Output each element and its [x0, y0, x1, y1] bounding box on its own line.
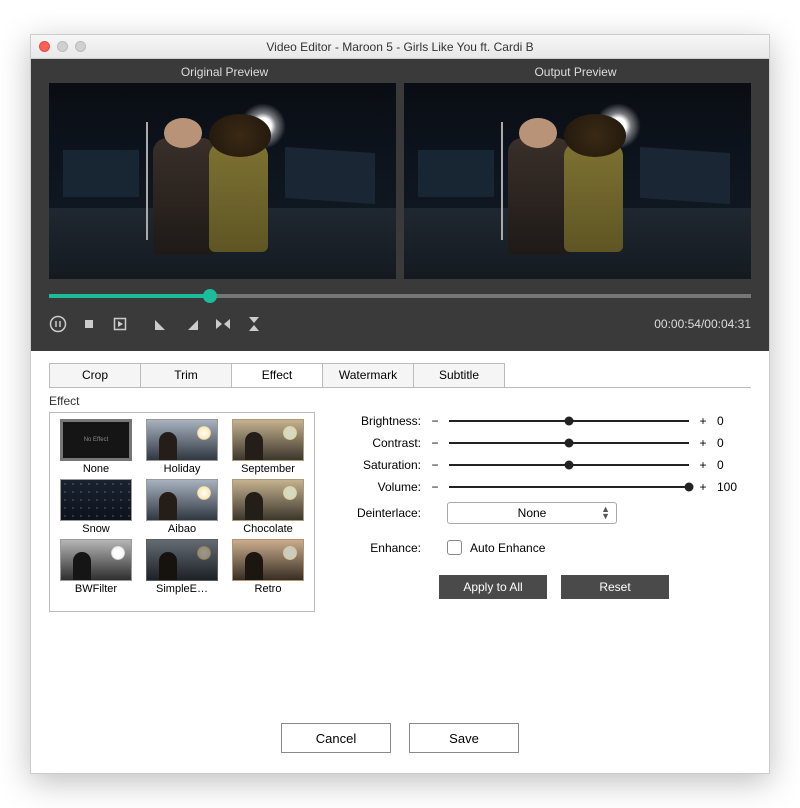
tabs: Crop Trim Effect Watermark Subtitle: [49, 363, 751, 388]
brightness-slider[interactable]: [449, 414, 689, 428]
effect-none[interactable]: None: [56, 419, 136, 475]
effect-chocolate[interactable]: Chocolate: [228, 479, 308, 535]
volume-row: Volume: − + 100: [341, 480, 751, 494]
brightness-label: Brightness:: [341, 414, 421, 428]
save-button[interactable]: Save: [409, 723, 519, 753]
effect-section-label: Effect: [49, 394, 751, 408]
contrast-row: Contrast: − + 0: [341, 436, 751, 450]
tab-watermark[interactable]: Watermark: [322, 363, 414, 387]
reset-button[interactable]: Reset: [561, 575, 669, 599]
saturation-label: Saturation:: [341, 458, 421, 472]
volume-slider[interactable]: [449, 480, 689, 494]
volume-value: 100: [717, 480, 751, 494]
timeline-filled: [49, 294, 210, 298]
contrast-value: 0: [717, 436, 751, 450]
step-forward-icon[interactable]: [111, 315, 129, 333]
volume-minus[interactable]: −: [429, 480, 441, 494]
brightness-plus[interactable]: +: [697, 414, 709, 428]
volume-label: Volume:: [341, 480, 421, 494]
timeline-thumb[interactable]: [203, 289, 217, 303]
timeline[interactable]: [49, 285, 751, 307]
apply-to-all-button[interactable]: Apply to All: [439, 575, 547, 599]
chevron-updown-icon: ▲▼: [601, 506, 610, 520]
contrast-label: Contrast:: [341, 436, 421, 450]
stop-icon[interactable]: [80, 315, 98, 333]
brightness-minus[interactable]: −: [429, 414, 441, 428]
rotate-right-icon[interactable]: [183, 315, 201, 333]
maximize-icon[interactable]: [75, 41, 86, 52]
video-editor-window: Video Editor - Maroon 5 - Girls Like You…: [30, 34, 770, 774]
auto-enhance-label: Auto Enhance: [470, 541, 545, 555]
effect-aibao[interactable]: Aibao: [142, 479, 222, 535]
effect-simpleelegant[interactable]: SimpleE…: [142, 539, 222, 595]
effect-snow[interactable]: Snow: [56, 479, 136, 535]
time-display: 00:00:54/00:04:31: [654, 317, 751, 331]
original-preview[interactable]: [49, 83, 396, 279]
tab-subtitle[interactable]: Subtitle: [413, 363, 505, 387]
pause-icon[interactable]: [49, 315, 67, 333]
enhance-row: Enhance: Auto Enhance: [341, 540, 751, 555]
saturation-slider[interactable]: [449, 458, 689, 472]
close-icon[interactable]: [39, 41, 50, 52]
deinterlace-select[interactable]: None ▲▼: [447, 502, 617, 524]
cancel-button[interactable]: Cancel: [281, 723, 391, 753]
deinterlace-row: Deinterlace: None ▲▼: [341, 502, 751, 524]
tab-effect[interactable]: Effect: [231, 363, 323, 387]
brightness-row: Brightness: − + 0: [341, 414, 751, 428]
rotate-left-icon[interactable]: [152, 315, 170, 333]
tab-trim[interactable]: Trim: [140, 363, 232, 387]
titlebar: Video Editor - Maroon 5 - Girls Like You…: [31, 35, 769, 59]
brightness-value: 0: [717, 414, 751, 428]
window-title: Video Editor - Maroon 5 - Girls Like You…: [266, 40, 533, 54]
contrast-slider[interactable]: [449, 436, 689, 450]
contrast-minus[interactable]: −: [429, 436, 441, 450]
effect-september[interactable]: September: [228, 419, 308, 475]
tab-crop[interactable]: Crop: [49, 363, 141, 387]
effect-holiday[interactable]: Holiday: [142, 419, 222, 475]
enhance-label: Enhance:: [341, 541, 421, 555]
saturation-minus[interactable]: −: [429, 458, 441, 472]
saturation-value: 0: [717, 458, 751, 472]
original-preview-label: Original Preview: [49, 65, 400, 83]
window-controls: [39, 41, 86, 52]
preview-area: Original Preview Output Preview: [31, 59, 769, 351]
effect-retro[interactable]: Retro: [228, 539, 308, 595]
saturation-row: Saturation: − + 0: [341, 458, 751, 472]
flip-vertical-icon[interactable]: [245, 315, 263, 333]
effects-list[interactable]: None Holiday September Snow Aibao Chocol…: [49, 412, 315, 612]
volume-plus[interactable]: +: [697, 480, 709, 494]
auto-enhance-checkbox[interactable]: [447, 540, 462, 555]
effect-bwfilter[interactable]: BWFilter: [56, 539, 136, 595]
minimize-icon[interactable]: [57, 41, 68, 52]
output-preview-label: Output Preview: [400, 65, 751, 83]
contrast-plus[interactable]: +: [697, 436, 709, 450]
saturation-plus[interactable]: +: [697, 458, 709, 472]
effect-controls: Brightness: − + 0 Contrast: − + 0 Satura…: [341, 412, 751, 705]
flip-horizontal-icon[interactable]: [214, 315, 232, 333]
editor-panel: Crop Trim Effect Watermark Subtitle Effe…: [31, 351, 769, 773]
deinterlace-label: Deinterlace:: [341, 506, 421, 520]
output-preview[interactable]: [404, 83, 751, 279]
